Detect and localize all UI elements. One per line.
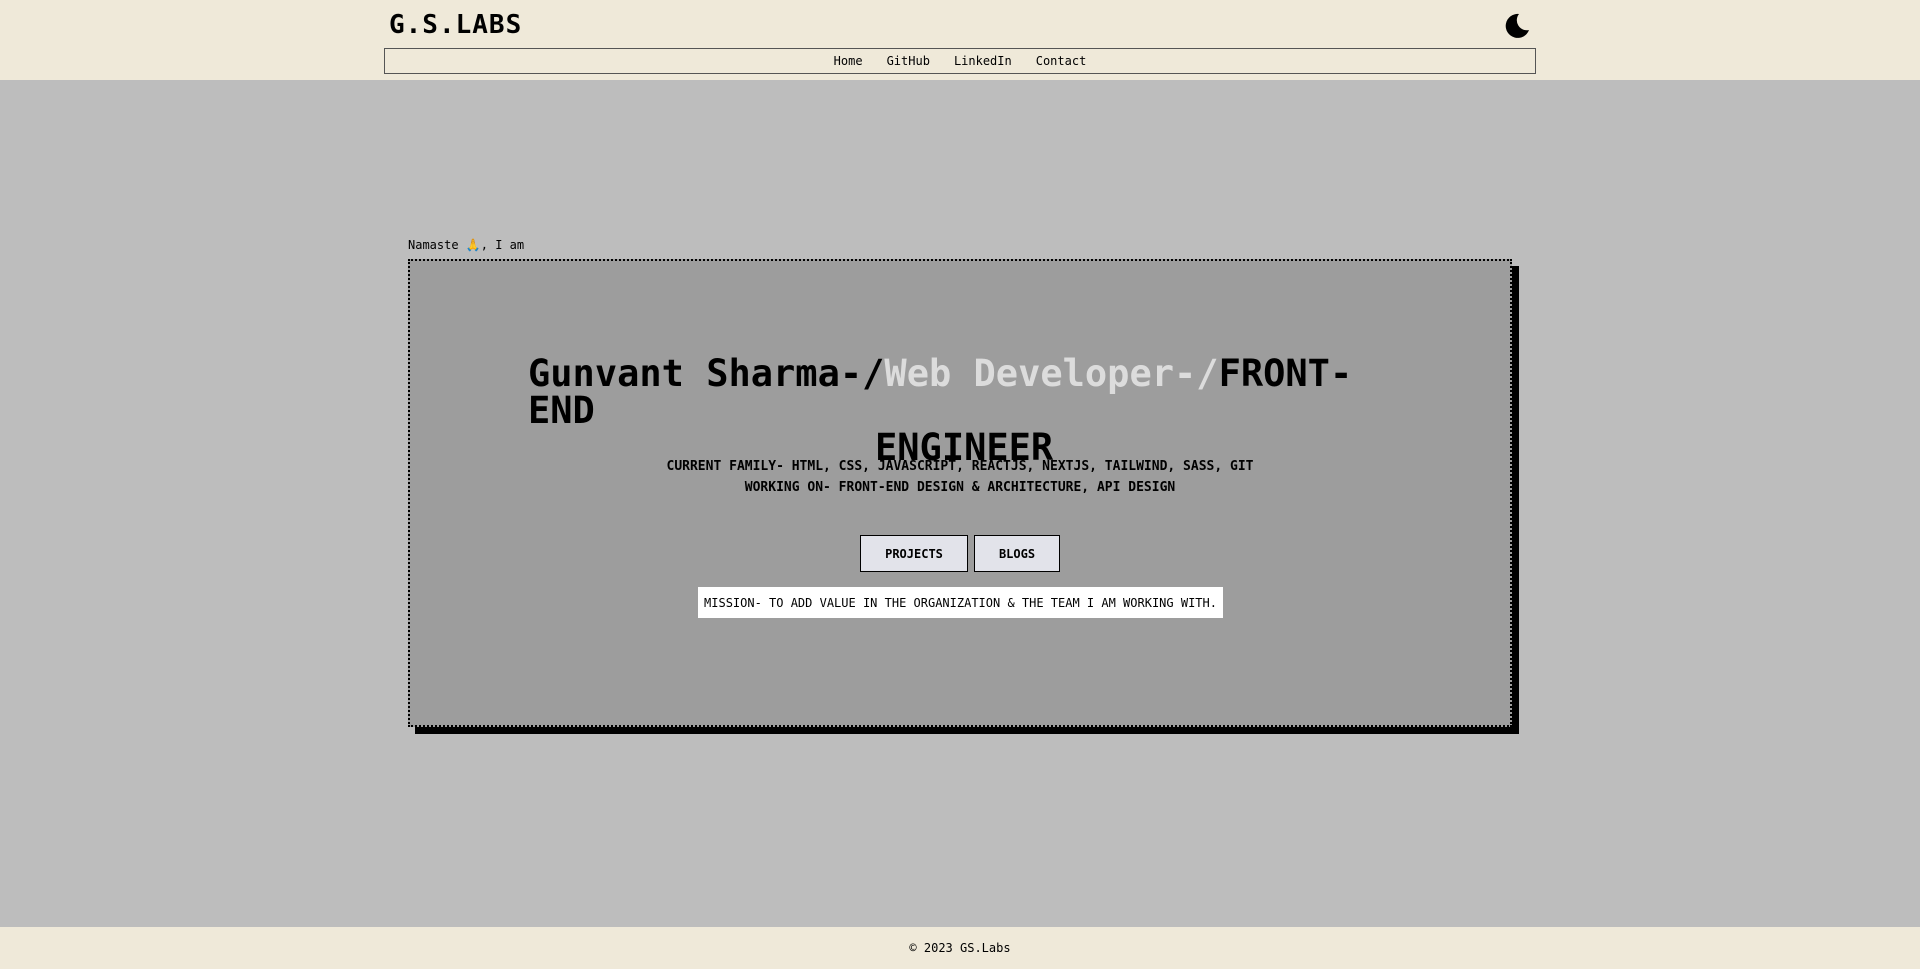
greeting-suffix: , I am bbox=[480, 238, 525, 252]
working-on-text: WORKING ON- FRONT-END DESIGN & ARCHITECT… bbox=[744, 480, 1176, 495]
mission-statement: MISSION- TO ADD VALUE IN THE ORGANIZATIO… bbox=[698, 587, 1223, 618]
hero-card: Gunvant Sharma-/Web Developer-/FRONT-END… bbox=[408, 259, 1512, 727]
site-logo[interactable]: G.S.LABS bbox=[389, 10, 522, 40]
main-nav: Home GitHub LinkedIn Contact bbox=[384, 48, 1536, 74]
greeting-prefix: Namaste bbox=[408, 238, 466, 252]
hero-title: Gunvant Sharma-/Web Developer-/FRONT-END… bbox=[528, 355, 1408, 466]
role-text: Web Developer-/ bbox=[884, 352, 1219, 395]
folded-hands-emoji: 🙏 bbox=[465, 238, 481, 252]
blogs-button[interactable]: BLOGS bbox=[974, 535, 1060, 572]
hero-buttons: PROJECTS BLOGS bbox=[410, 535, 1510, 572]
nav-home[interactable]: Home bbox=[834, 54, 863, 68]
greeting: Namaste 🙏, I am bbox=[408, 238, 524, 252]
moon-icon[interactable] bbox=[1502, 11, 1532, 41]
copyright-text: © 2023 GS.Labs bbox=[909, 941, 1011, 955]
nav-contact[interactable]: Contact bbox=[1036, 54, 1087, 68]
skills-block: CURRENT FAMILY- HTML, CSS, JAVASCRIPT, R… bbox=[410, 456, 1510, 498]
site-footer: © 2023 GS.Labs bbox=[0, 927, 1920, 969]
nav-github[interactable]: GitHub bbox=[887, 54, 930, 68]
projects-button[interactable]: PROJECTS bbox=[860, 535, 968, 572]
current-family-text: CURRENT FAMILY- HTML, CSS, JAVASCRIPT, R… bbox=[666, 459, 1254, 474]
site-header: G.S.LABS Home GitHub LinkedIn Contact bbox=[0, 0, 1920, 80]
nav-linkedin[interactable]: LinkedIn bbox=[954, 54, 1012, 68]
